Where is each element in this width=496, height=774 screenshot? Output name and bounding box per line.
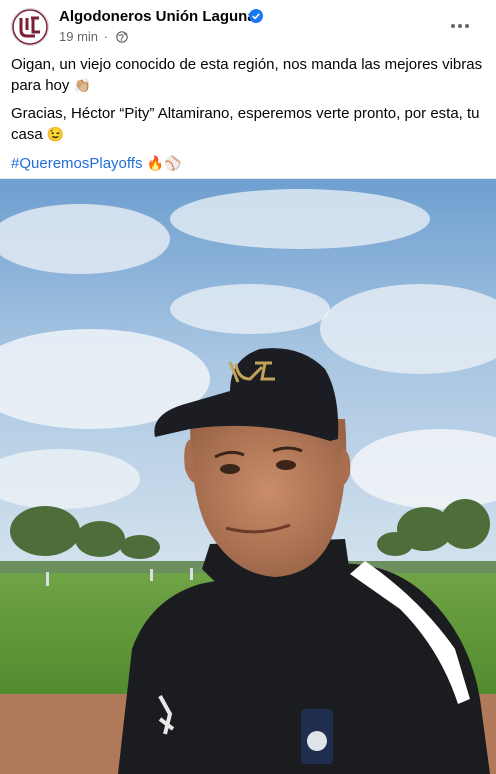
post-hashtag-line: #QueremosPlayoffs 🔥⚾ — [11, 153, 485, 174]
page-name[interactable]: Algodoneros Unión Laguna — [59, 8, 256, 25]
post-text: Oigan, un viejo conocido de esta región,… — [11, 55, 485, 182]
hashtag-link[interactable]: #QueremosPlayoffs — [11, 155, 142, 172]
clap-emoji-icon: 👏🏼 — [73, 77, 91, 93]
post-header: Algodoneros Unión Laguna 19 min · — [0, 0, 496, 50]
team-logo-icon — [12, 9, 48, 45]
page-avatar[interactable] — [11, 8, 49, 46]
post-photo[interactable] — [0, 179, 496, 774]
paragraph-text: Gracias, Héctor “Pity” Altamirano, esper… — [11, 105, 480, 143]
fire-baseball-emoji-icon: 🔥⚾ — [146, 155, 182, 171]
post-meta: 19 min · — [59, 29, 128, 44]
globe-icon[interactable] — [115, 31, 128, 43]
post-paragraph: Gracias, Héctor “Pity” Altamirano, esper… — [11, 104, 485, 145]
wink-emoji-icon: 😉 — [46, 126, 65, 142]
facebook-post: Algodoneros Unión Laguna 19 min · Oigan,… — [0, 0, 496, 774]
more-options-icon[interactable] — [446, 12, 474, 40]
verified-badge-icon — [249, 9, 263, 23]
post-paragraph: Oigan, un viejo conocido de esta región,… — [11, 55, 485, 96]
selfie-photo — [0, 179, 496, 774]
meta-separator: · — [103, 29, 108, 44]
post-time[interactable]: 19 min — [59, 29, 98, 44]
